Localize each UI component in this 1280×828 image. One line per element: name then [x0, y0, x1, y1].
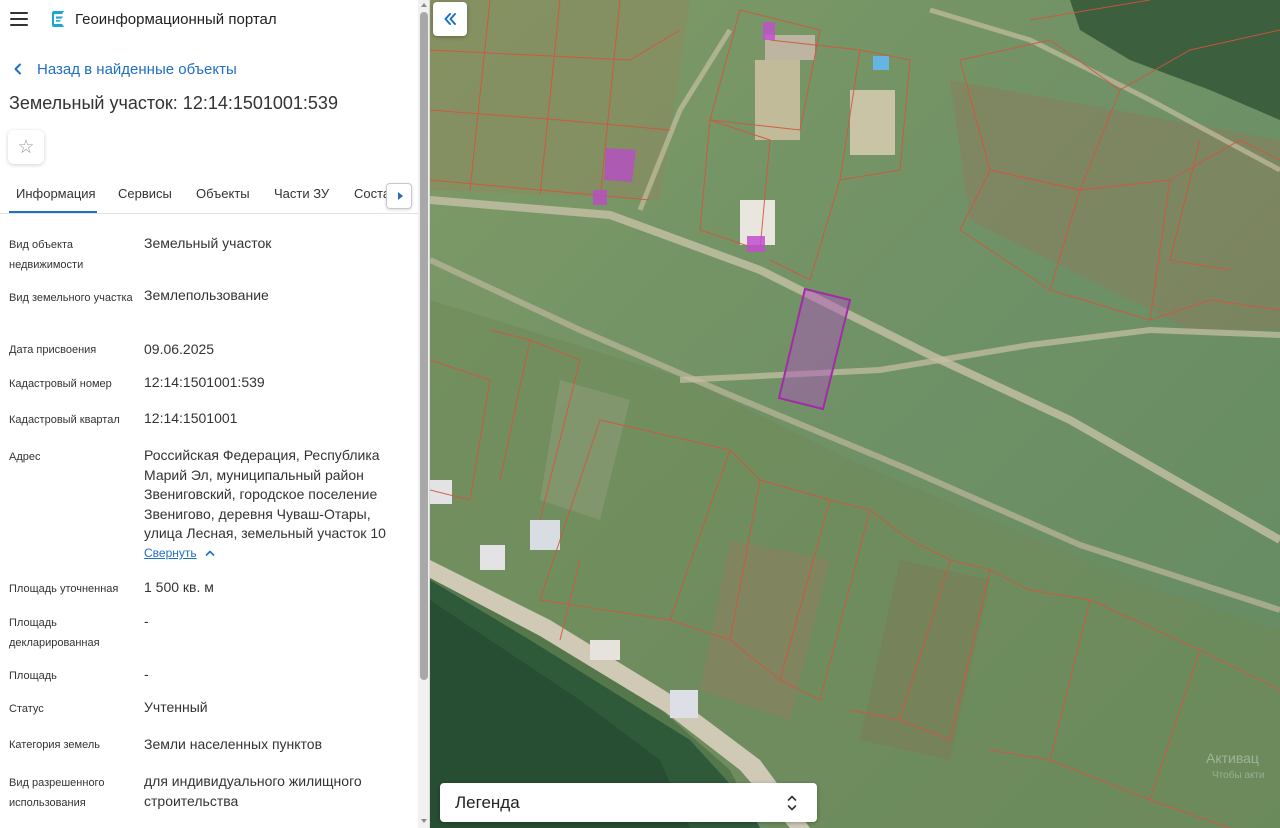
field-label: Адрес: [9, 451, 41, 463]
field-label: Площадь уточненная: [9, 583, 119, 595]
field-value: 12:14:1501001: [144, 410, 238, 426]
panel-scrollbar[interactable]: [418, 0, 429, 828]
back-to-results-link[interactable]: Назад в найденные объекты: [12, 58, 237, 80]
favorite-button[interactable]: ☆: [8, 130, 44, 164]
chevron-left-icon: [14, 63, 21, 75]
collapse-panel-button[interactable]: [433, 2, 467, 36]
portal-title: Геоинформационный портал: [75, 11, 277, 28]
scrollbar-thumb[interactable]: [420, 12, 428, 680]
field-label: Вид земельного участка: [9, 292, 133, 304]
portal-logo-icon: [52, 11, 64, 27]
field-value: Земли населенных пунктов: [144, 736, 323, 752]
field-label: Кадастровый номер: [9, 378, 112, 390]
activation-watermark-sub: Чтобы акти: [1212, 770, 1265, 781]
satellite-map[interactable]: [430, 0, 1280, 828]
field-value: -: [144, 666, 149, 682]
active-tab-indicator: [9, 211, 97, 213]
field-value: Учтенный: [144, 699, 208, 715]
field-label: Категория земель: [9, 739, 100, 751]
caret-right-icon: [397, 192, 403, 200]
scroll-up-arrow-icon[interactable]: [421, 3, 427, 7]
field-value: для индивидуального жилищного строительс…: [144, 773, 362, 809]
up-down-chevron-icon: [787, 795, 797, 811]
tab-bar: Информация Сервисы Объекты Части ЗУ Сост…: [0, 176, 418, 214]
legend-label: Легенда: [455, 793, 520, 812]
collapse-link[interactable]: Свернуть: [144, 546, 215, 560]
hamburger-menu-icon[interactable]: [10, 12, 28, 26]
field-label: Вид разрешенного использования: [9, 777, 105, 809]
star-icon: ☆: [17, 136, 35, 158]
field-value: 12:14:1501001:539: [144, 374, 265, 390]
chevron-up-icon: [205, 550, 214, 556]
address-value: Российская Федерация, Республика Марий Э…: [144, 447, 386, 542]
page-title: Земельный участок: 12:14:1501001:539: [9, 93, 338, 113]
field-label: Вид объекта недвижимости: [9, 239, 84, 271]
legend-dropdown[interactable]: Легенда: [440, 783, 817, 822]
map-view[interactable]: [430, 0, 1280, 828]
scroll-down-arrow-icon[interactable]: [421, 819, 427, 823]
field-value: 09.06.2025: [144, 341, 215, 357]
field-value: Землепользование: [144, 287, 269, 303]
field-value: -: [144, 613, 149, 629]
tab-composition[interactable]: Соста: [354, 186, 390, 201]
tab-parts[interactable]: Части ЗУ: [274, 186, 329, 201]
field-label: Кадастровый квартал: [9, 414, 120, 426]
field-label: Площадь декларированная: [9, 617, 100, 649]
tab-services[interactable]: Сервисы: [118, 186, 172, 201]
double-chevron-left-icon: [444, 13, 456, 25]
field-label: Площадь: [9, 670, 57, 682]
back-link-label: Назад в найденные объекты: [37, 60, 237, 78]
field-value: Земельный участок: [144, 235, 272, 251]
tab-information[interactable]: Информация: [16, 186, 96, 201]
field-label: Дата присвоения: [9, 344, 97, 356]
tab-objects[interactable]: Объекты: [196, 186, 250, 201]
tabs-scroll-right-button[interactable]: [386, 183, 412, 209]
collapse-link-label: Свернуть: [144, 546, 197, 560]
field-value: 1 500 кв. м: [144, 579, 214, 595]
field-label: Статус: [9, 703, 44, 715]
panel-header: Геоинформационный портал: [0, 0, 418, 40]
info-panel: Геоинформационный портал Назад в найденн…: [0, 0, 430, 828]
activation-watermark: Активац: [1206, 750, 1259, 766]
